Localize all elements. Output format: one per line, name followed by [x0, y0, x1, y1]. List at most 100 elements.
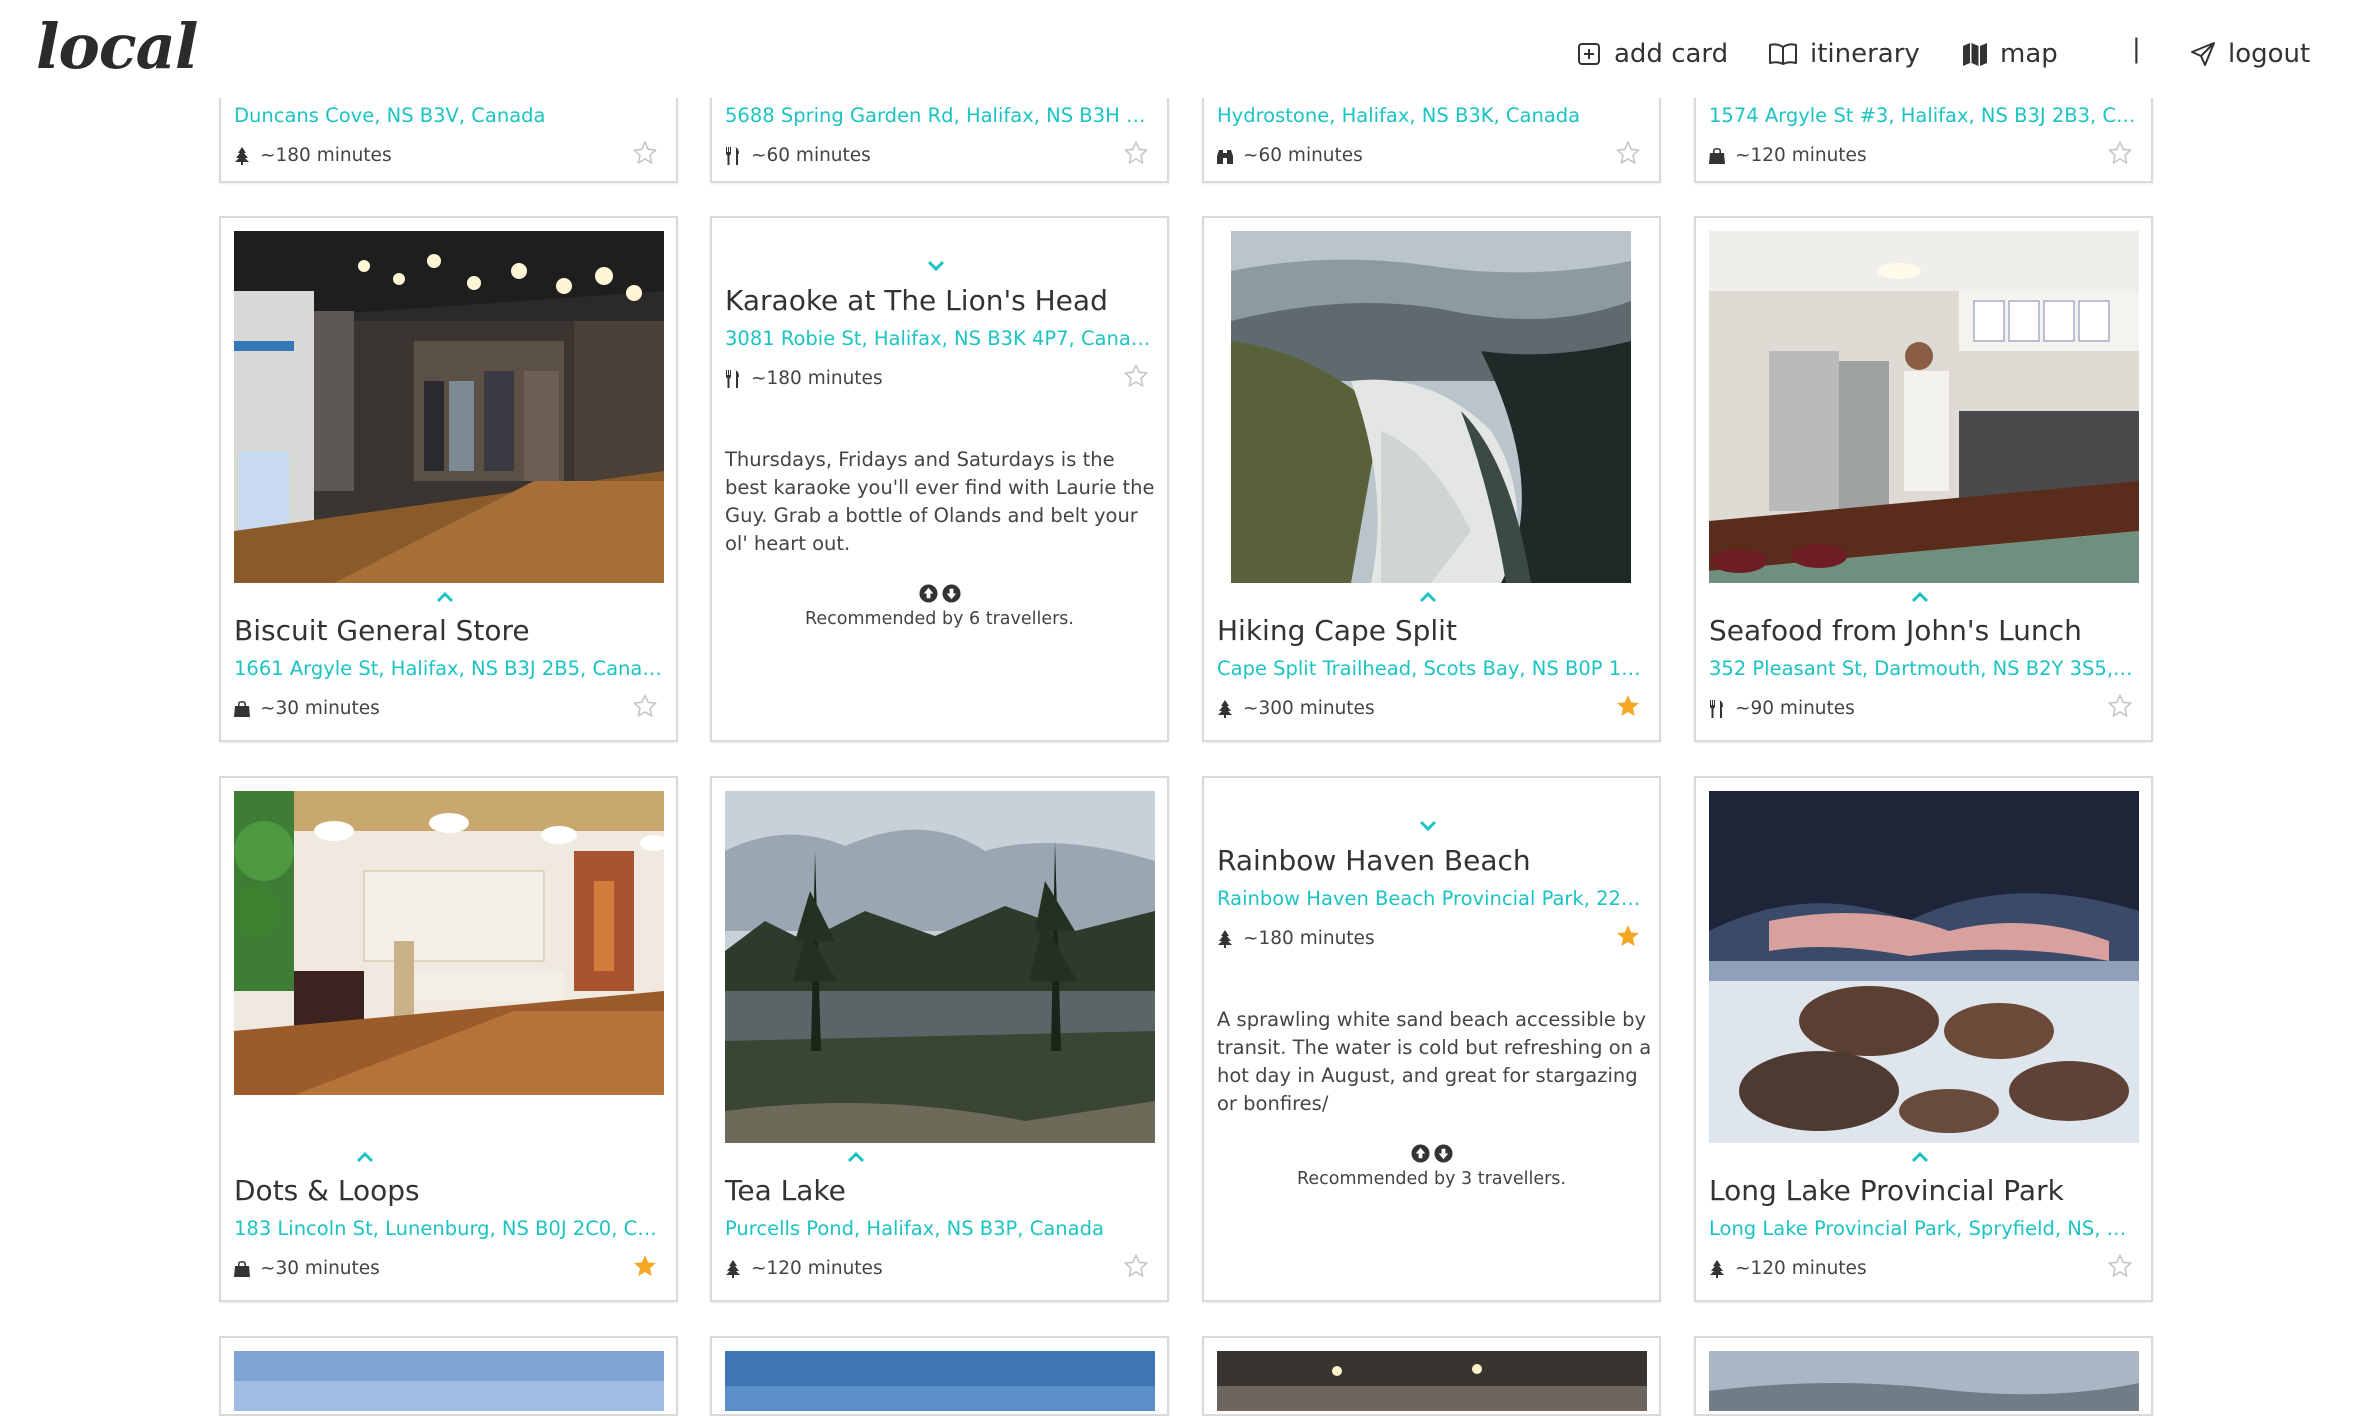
card-duration: ~120 minutes	[725, 1258, 883, 1279]
place-card[interactable]: Tea Lake Purcells Pond, Halifax, NS B3P,…	[710, 776, 1169, 1302]
card-duration: ~30 minutes	[234, 698, 380, 719]
collapse-down-chevron-icon[interactable]	[1418, 820, 1438, 832]
duration-text: ~180 minutes	[751, 368, 883, 389]
card-address[interactable]: Long Lake Provincial Park, Spryfield, NS…	[1709, 1217, 2137, 1240]
favorite-star-icon[interactable]	[1123, 1253, 1149, 1279]
shopping-bag-icon	[1709, 147, 1725, 165]
top-navbar: local add card itinerary map | logout	[0, 0, 2374, 98]
card-address[interactable]: 5688 Spring Garden Rd, Halifax, NS B3H 1…	[725, 104, 1153, 127]
vote-controls	[712, 584, 1167, 607]
favorite-star-icon[interactable]	[1615, 140, 1641, 166]
card-address[interactable]: 1574 Argyle St #3, Halifax, NS B3J 2B3, …	[1709, 104, 2137, 127]
add-card-link[interactable]: add card	[1576, 34, 1728, 74]
place-card[interactable]	[1694, 1336, 2153, 1416]
send-icon	[2190, 41, 2216, 67]
add-card-label: add card	[1614, 39, 1729, 69]
card-duration: ~30 minutes	[234, 1258, 380, 1279]
place-card[interactable]: Hiking Cape Split Cape Split Trailhead, …	[1202, 216, 1661, 742]
expand-up-chevron-icon[interactable]	[846, 1151, 866, 1163]
card-photo[interactable]	[725, 791, 1155, 1143]
favorite-star-icon[interactable]	[632, 140, 658, 166]
card-address[interactable]: Cape Split Trailhead, Scots Bay, NS B0P …	[1217, 657, 1645, 680]
place-card[interactable]: Rainbow Haven Beach Rainbow Haven Beach …	[1202, 776, 1661, 1302]
card-duration: ~60 minutes	[1217, 145, 1363, 166]
card-photo[interactable]	[234, 231, 664, 583]
card-address[interactable]: Duncans Cove, NS B3V, Canada	[234, 104, 662, 127]
card-title[interactable]: Long Lake Provincial Park	[1709, 1174, 2064, 1207]
duration-text: ~120 minutes	[751, 1258, 883, 1279]
card-photo[interactable]	[1231, 231, 1631, 583]
map-label: map	[2000, 39, 2058, 69]
downvote-icon[interactable]	[1434, 1144, 1453, 1163]
collapse-down-chevron-icon[interactable]	[926, 260, 946, 272]
card-address[interactable]: 352 Pleasant St, Dartmouth, NS B2Y 3S5, …	[1709, 657, 2137, 680]
card-duration: ~120 minutes	[1709, 145, 1867, 166]
card-photo[interactable]	[234, 1351, 664, 1411]
expand-up-chevron-icon[interactable]	[1910, 1151, 1930, 1163]
place-card[interactable]: Biscuit General Store 1661 Argyle St, Ha…	[219, 216, 678, 742]
card-photo[interactable]	[234, 791, 664, 1095]
card-duration: ~90 minutes	[1709, 698, 1855, 719]
card-title[interactable]: Tea Lake	[725, 1174, 846, 1207]
card-title[interactable]: Biscuit General Store	[234, 614, 530, 647]
card-photo[interactable]	[1709, 231, 2139, 583]
shopping-bag-icon	[234, 1260, 250, 1278]
place-card[interactable]: Long Lake Provincial Park Long Lake Prov…	[1694, 776, 2153, 1302]
favorite-star-icon[interactable]	[1615, 923, 1641, 949]
card-address[interactable]: 183 Lincoln St, Lunenburg, NS B0J 2C0, C…	[234, 1217, 662, 1240]
card-description: A sprawling white sand beach accessible …	[1217, 1008, 1652, 1115]
map-icon	[1962, 41, 1988, 67]
duration-text: ~90 minutes	[1735, 698, 1855, 719]
place-card[interactable]	[710, 1336, 1169, 1416]
card-photo[interactable]	[725, 1351, 1155, 1411]
card-description: Thursdays, Fridays and Saturdays is the …	[725, 448, 1155, 555]
place-card[interactable]	[219, 1336, 678, 1416]
card-title[interactable]: Rainbow Haven Beach	[1217, 844, 1531, 877]
itinerary-link[interactable]: itinerary	[1768, 34, 1920, 74]
shopping-bag-icon	[234, 700, 250, 718]
logo[interactable]: local	[36, 10, 198, 83]
favorite-star-icon[interactable]	[632, 693, 658, 719]
plus-square-icon	[1576, 41, 1602, 67]
card-photo[interactable]	[1217, 1351, 1647, 1411]
favorite-star-icon[interactable]	[1123, 363, 1149, 389]
recommendation-count: Recommended by 3 travellers.	[1297, 1169, 1566, 1189]
expand-up-chevron-icon[interactable]	[435, 591, 455, 603]
card-title[interactable]: Hiking Cape Split	[1217, 614, 1457, 647]
card-title[interactable]: Seafood from John's Lunch	[1709, 614, 2082, 647]
card-title[interactable]: Karaoke at The Lion's Head	[725, 284, 1108, 317]
tree-icon	[234, 147, 250, 165]
expand-up-chevron-icon[interactable]	[355, 1151, 375, 1163]
favorite-star-icon[interactable]	[1123, 140, 1149, 166]
place-card[interactable]: Seafood from John's Lunch 352 Pleasant S…	[1694, 216, 2153, 742]
card-address[interactable]: Rainbow Haven Beach Provincial Park, 224…	[1217, 887, 1645, 910]
card-address[interactable]: 1661 Argyle St, Halifax, NS B3J 2B5, Can…	[234, 657, 662, 680]
upvote-icon[interactable]	[1411, 1144, 1430, 1163]
place-card[interactable]: Karaoke at The Lion's Head 3081 Robie St…	[710, 216, 1169, 742]
card-photo[interactable]	[1709, 791, 2139, 1143]
duration-text: ~180 minutes	[1243, 928, 1375, 949]
favorite-star-icon[interactable]	[632, 1253, 658, 1279]
expand-up-chevron-icon[interactable]	[1910, 591, 1930, 603]
logout-link[interactable]: logout	[2190, 34, 2310, 74]
card-photo[interactable]	[1709, 1351, 2139, 1411]
upvote-icon[interactable]	[919, 584, 938, 603]
card-address[interactable]: Purcells Pond, Halifax, NS B3P, Canada	[725, 1217, 1153, 1240]
duration-text: ~30 minutes	[260, 1258, 380, 1279]
expand-up-chevron-icon[interactable]	[1418, 591, 1438, 603]
downvote-icon[interactable]	[942, 584, 961, 603]
duration-text: ~30 minutes	[260, 698, 380, 719]
card-address[interactable]: 3081 Robie St, Halifax, NS B3K 4P7, Cana…	[725, 327, 1153, 350]
favorite-star-icon[interactable]	[2107, 140, 2133, 166]
place-card[interactable]: Dots & Loops 183 Lincoln St, Lunenburg, …	[219, 776, 678, 1302]
card-duration: ~300 minutes	[1217, 698, 1375, 719]
recommendation-count: Recommended by 6 travellers.	[805, 609, 1074, 629]
card-address[interactable]: Hydrostone, Halifax, NS B3K, Canada	[1217, 104, 1645, 127]
map-link[interactable]: map	[1962, 34, 2058, 74]
favorite-star-icon[interactable]	[1615, 693, 1641, 719]
book-open-icon	[1768, 41, 1798, 67]
favorite-star-icon[interactable]	[2107, 1253, 2133, 1279]
place-card[interactable]	[1202, 1336, 1661, 1416]
card-title[interactable]: Dots & Loops	[234, 1174, 420, 1207]
favorite-star-icon[interactable]	[2107, 693, 2133, 719]
